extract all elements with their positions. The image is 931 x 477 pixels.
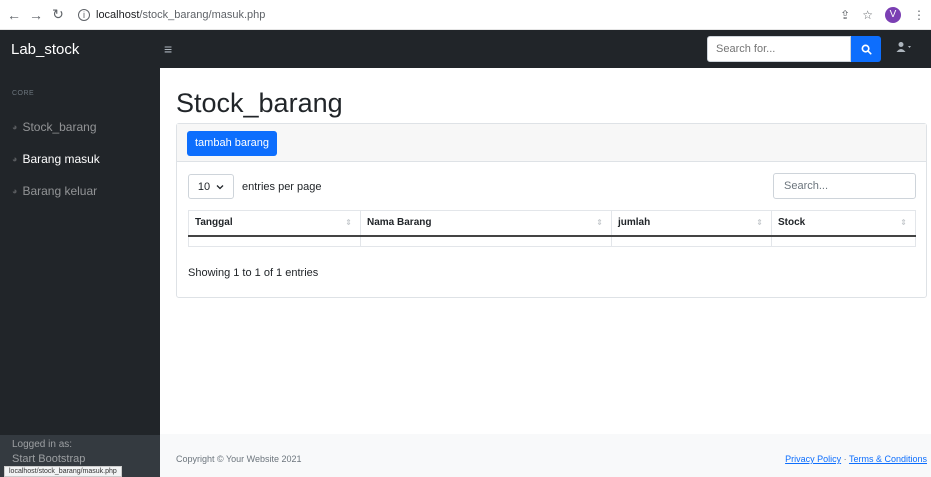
privacy-policy-link[interactable]: Privacy Policy (785, 454, 841, 464)
share-icon[interactable]: ⇪ (840, 8, 850, 22)
page-title: Stock_barang (176, 88, 343, 118)
table-cell (188, 235, 361, 247)
search-icon (861, 44, 872, 55)
sidebar-item-label: Barang keluar (22, 184, 98, 198)
sidebar-heading: CORE (12, 90, 35, 97)
table-cell (611, 235, 772, 247)
column-header-nama-barang[interactable]: Nama Barang ⇕ (360, 210, 612, 237)
copyright-text: Copyright © Your Website 2021 (176, 454, 302, 464)
tachometer-icon: ◕ (12, 186, 18, 196)
back-icon[interactable]: ← (6, 7, 22, 23)
footer-separator: · (843, 454, 847, 464)
star-icon[interactable]: ☆ (862, 8, 873, 22)
chevron-down-icon (216, 184, 224, 189)
entries-label: entries per page (242, 180, 322, 193)
entries-per-page-select[interactable]: 10 (188, 174, 234, 199)
sidebar-item-barang-masuk[interactable]: ◕ Barang masuk (12, 152, 100, 166)
table-row (188, 235, 916, 247)
column-label: Tanggal (195, 217, 233, 229)
top-navbar: Lab_stock ≡ (0, 30, 931, 68)
user-dropdown-icon[interactable] (896, 41, 914, 56)
column-label: jumlah (618, 217, 651, 229)
column-label: Stock (778, 217, 806, 229)
sidebar-item-label: Barang masuk (22, 152, 100, 166)
sidebar-toggle-icon[interactable]: ≡ (164, 41, 172, 57)
sort-icon: ⇕ (900, 218, 907, 227)
reload-icon[interactable]: ↻ (50, 6, 66, 23)
address-bar[interactable]: i localhost/stock_barang/masuk.php (78, 8, 266, 21)
sidebar-item-stock-barang[interactable]: ◕ Stock_barang (12, 120, 97, 134)
data-card: tambah barang 10 entries per page Search… (176, 123, 927, 298)
data-table: Tanggal ⇕ Nama Barang ⇕ jumlah ⇕ Stock ⇕ (188, 210, 916, 247)
tachometer-icon: ◕ (12, 122, 18, 132)
navbar-search-input[interactable] (707, 36, 851, 62)
entries-control: 10 entries per page (188, 174, 322, 199)
profile-avatar[interactable]: V (885, 7, 901, 23)
column-header-jumlah[interactable]: jumlah ⇕ (611, 210, 772, 237)
logged-in-label: Logged in as: (12, 439, 73, 450)
url-host: localhost (96, 8, 140, 21)
sort-icon: ⇕ (345, 218, 352, 227)
table-info: Showing 1 to 1 of 1 entries (188, 267, 319, 279)
main-content: Stock_barang tambah barang 10 entries pe… (160, 68, 931, 477)
sort-icon: ⇕ (596, 218, 603, 227)
url-path: /stock_barang/masuk.php (139, 8, 266, 21)
footer-links: Privacy Policy · Terms & Conditions (785, 454, 927, 464)
tachometer-icon: ◕ (12, 154, 18, 164)
info-icon[interactable]: i (78, 8, 90, 21)
sidebar: CORE ◕ Stock_barang ◕ Barang masuk ◕ Bar… (0, 68, 160, 477)
navbar-search (707, 36, 881, 62)
sidebar-item-barang-keluar[interactable]: ◕ Barang keluar (12, 184, 97, 198)
sort-icon: ⇕ (756, 218, 763, 227)
terms-link[interactable]: Terms & Conditions (849, 454, 927, 464)
column-header-tanggal[interactable]: Tanggal ⇕ (188, 210, 361, 237)
navbar-search-button[interactable] (851, 36, 881, 62)
logged-in-user: Start Bootstrap (12, 453, 86, 465)
menu-kebab-icon[interactable]: ⋮ (913, 8, 925, 22)
column-header-stock[interactable]: Stock ⇕ (771, 210, 916, 237)
table-cell (771, 235, 916, 247)
table-cell (360, 235, 612, 247)
brand-title[interactable]: Lab_stock (0, 41, 160, 58)
entries-value: 10 (197, 180, 211, 193)
forward-icon[interactable]: → (28, 7, 44, 23)
card-header: tambah barang (177, 124, 926, 162)
sidebar-item-label: Stock_barang (22, 120, 97, 134)
column-label: Nama Barang (367, 217, 432, 229)
add-item-button[interactable]: tambah barang (187, 131, 277, 156)
page-footer: Copyright © Your Website 2021 Privacy Po… (160, 434, 931, 477)
browser-status-url: localhost/stock_barang/masuk.php (4, 466, 122, 477)
table-search-input[interactable]: Search... (773, 173, 916, 199)
browser-toolbar: ← → ↻ i localhost/stock_barang/masuk.php… (0, 0, 931, 30)
